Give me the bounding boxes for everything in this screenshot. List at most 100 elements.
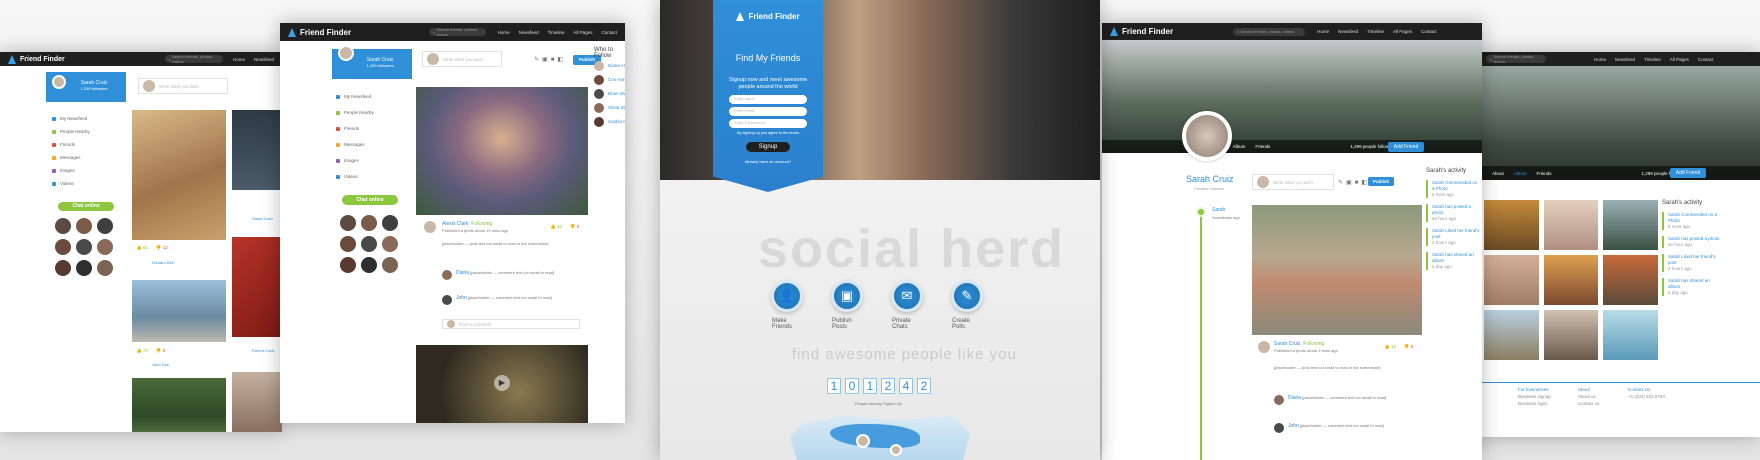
nav-timeline[interactable]: Timeline: [1644, 57, 1661, 62]
activity-item[interactable]: Sarah has shared an album a day ago: [1662, 278, 1722, 296]
friend-avatar[interactable]: [340, 257, 356, 273]
tab-album[interactable]: Album: [1233, 144, 1246, 149]
nav-newsfeed[interactable]: Newsfeed: [519, 30, 539, 35]
feed-photo[interactable]: [132, 110, 226, 240]
avatar[interactable]: [338, 45, 354, 61]
nav-timeline[interactable]: Timeline: [548, 30, 565, 35]
dislike-button[interactable]: 👎 0: [570, 224, 579, 230]
avatar[interactable]: [442, 270, 452, 280]
friend-avatar[interactable]: [76, 239, 92, 255]
author-name[interactable]: John Doe: [152, 362, 169, 368]
author-name[interactable]: Sarah Cruiz: [252, 216, 273, 222]
nav-contact[interactable]: Contact: [1698, 57, 1714, 62]
comment-author[interactable]: John: [456, 295, 467, 301]
email-field[interactable]: Enter email: [729, 107, 807, 116]
sidebar-item-newsfeed[interactable]: My Newsfeed: [336, 89, 374, 105]
sidebar-item-people-nearby[interactable]: People Nearby: [336, 105, 374, 121]
friend-avatar[interactable]: [97, 218, 113, 234]
friend-avatar[interactable]: [361, 215, 377, 231]
gallery-photo[interactable]: [1484, 200, 1539, 250]
sidebar-item-images[interactable]: Images: [336, 153, 374, 169]
author-name[interactable]: Robert Cook: [252, 348, 274, 354]
nav-allpages[interactable]: All Pages: [573, 30, 592, 35]
nav-home[interactable]: Home: [1594, 57, 1606, 62]
activity-item[interactable]: Sarah Liked her friend's post 4 hours ago: [1662, 254, 1722, 272]
feature-publish-posts[interactable]: ▣ Publish Posts: [831, 280, 863, 330]
friend-avatar[interactable]: [361, 257, 377, 273]
nav-timeline[interactable]: Timeline: [1367, 29, 1384, 34]
friend-avatar[interactable]: [361, 236, 377, 252]
sidebar-item-videos[interactable]: Videos: [336, 169, 374, 185]
feed-photo[interactable]: [132, 280, 226, 342]
gallery-photo[interactable]: [1484, 310, 1539, 360]
follow-item[interactable]: Diana Amber: [594, 59, 625, 73]
search-input[interactable]: ⌕ Search friends, photos, videos: [1233, 27, 1306, 36]
image-icon[interactable]: ▣: [542, 57, 551, 63]
comment-author[interactable]: Diana: [1288, 395, 1301, 401]
brand-logo[interactable]: Friend Finder: [288, 27, 351, 37]
chat-online-badge[interactable]: Chat online: [58, 202, 114, 211]
activity-item[interactable]: Sarah Commended on a Photo 5 mins ago: [1426, 180, 1480, 198]
footer-link[interactable]: About us: [1578, 393, 1600, 400]
activity-item[interactable]: Sarah Liked her friend's post 4 hours ago: [1426, 228, 1480, 246]
comment-author[interactable]: John: [1288, 423, 1299, 429]
search-input[interactable]: ⌕ Search friends, photos, videos: [1486, 54, 1546, 64]
gallery-photo[interactable]: [1543, 255, 1599, 305]
follow-item[interactable]: Olivia Steward: [594, 101, 625, 115]
like-button[interactable]: 👍 13: [1384, 344, 1396, 350]
gallery-photo[interactable]: [1603, 310, 1658, 360]
avatar[interactable]: [52, 75, 66, 89]
tab-friends[interactable]: Friends: [1255, 144, 1270, 149]
avatar[interactable]: [442, 295, 452, 305]
feature-make-friends[interactable]: 👤 Make Friends: [771, 280, 803, 330]
footer-link[interactable]: Business signup: [1518, 393, 1551, 400]
password-field[interactable]: Enter a password: [729, 119, 807, 128]
avatar[interactable]: [424, 221, 436, 233]
name-field[interactable]: Enter name: [729, 95, 807, 104]
brand-logo[interactable]: Friend Finder: [1110, 27, 1173, 36]
post-photo[interactable]: [1252, 205, 1422, 335]
gallery-photo[interactable]: [1543, 200, 1599, 250]
brand-logo[interactable]: Friend Finder: [8, 54, 65, 64]
dislike-button[interactable]: 👎 12: [156, 245, 168, 251]
following-badge[interactable]: Following: [471, 221, 492, 227]
feed-photo[interactable]: [232, 237, 282, 337]
following-badge[interactable]: Following: [1303, 341, 1324, 347]
sidebar-item-images[interactable]: Images: [52, 164, 90, 177]
tab-friends[interactable]: Friends: [1537, 171, 1552, 176]
signup-button[interactable]: Signup: [746, 142, 790, 152]
footer-link[interactable]: Business login: [1518, 400, 1551, 407]
author-name[interactable]: Richard Bell: [152, 260, 174, 266]
edit-icon[interactable]: ✎: [1338, 180, 1346, 186]
friend-avatar[interactable]: [55, 260, 71, 276]
avatar[interactable]: [1274, 395, 1284, 405]
footer-link[interactable]: Contact us: [1578, 400, 1600, 407]
play-icon[interactable]: ▶: [494, 375, 510, 391]
nav-contact[interactable]: Contact: [1421, 29, 1437, 34]
gallery-photo[interactable]: [1603, 200, 1658, 250]
terms-text[interactable]: By signing up you agree to the terms: [713, 131, 823, 135]
dislike-button[interactable]: 👎 9: [156, 348, 165, 354]
friend-avatar[interactable]: [340, 215, 356, 231]
timeline-marker-name[interactable]: Sarah: [1212, 207, 1225, 213]
nav-home[interactable]: Home: [233, 57, 245, 62]
feature-create-polls[interactable]: ✎ Create Polls: [951, 280, 983, 330]
friend-avatar[interactable]: [340, 236, 356, 252]
sidebar-item-newsfeed[interactable]: My Newsfeed: [52, 112, 90, 125]
feed-photo[interactable]: [232, 110, 282, 190]
activity-item[interactable]: Sarah has posted a photo an hour ago: [1662, 236, 1722, 248]
feed-photo[interactable]: [132, 378, 226, 432]
author-name[interactable]: Sarah Cruiz: [1274, 341, 1300, 347]
like-button[interactable]: 👍 73: [136, 348, 148, 354]
sidebar-item-friends[interactable]: Friends: [52, 138, 90, 151]
login-link[interactable]: Already have an account?: [713, 159, 823, 164]
activity-item[interactable]: Sarah has posted a photo an hour ago: [1426, 204, 1480, 222]
nav-newsfeed[interactable]: Newsfeed: [1338, 29, 1358, 34]
gallery-photo[interactable]: [1484, 255, 1539, 305]
friend-avatar[interactable]: [382, 215, 398, 231]
edit-icon[interactable]: ✎: [534, 57, 542, 63]
tab-album[interactable]: Album: [1514, 171, 1527, 176]
follow-item[interactable]: Cris Haris: [594, 73, 625, 87]
friend-avatar[interactable]: [55, 218, 71, 234]
nav-allpages[interactable]: All Pages: [1393, 29, 1412, 34]
